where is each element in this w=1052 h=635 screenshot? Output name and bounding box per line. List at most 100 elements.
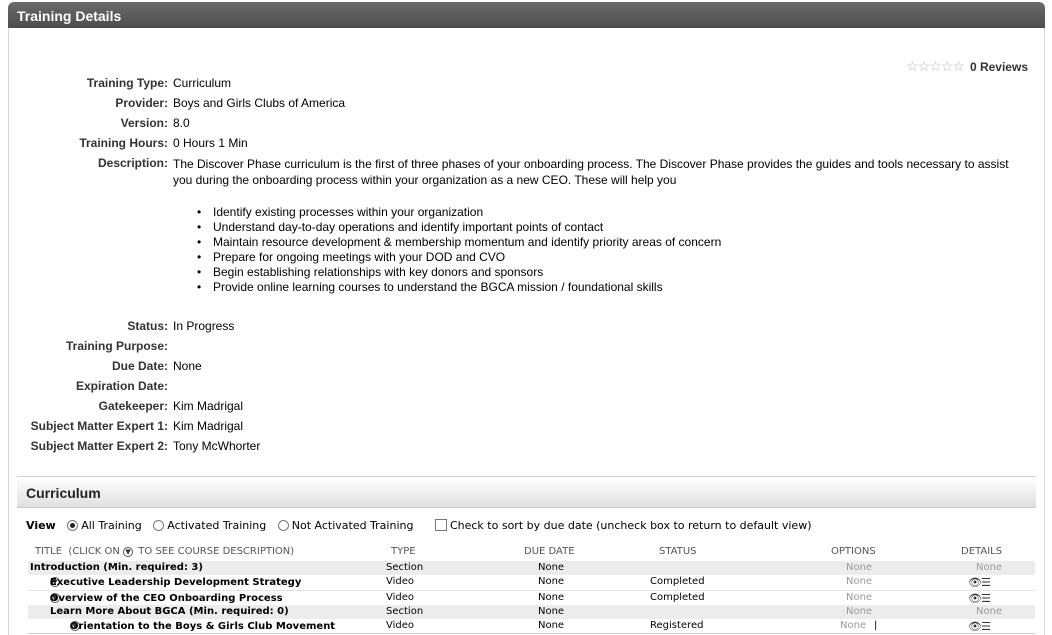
column-header-status[interactable]: STATUS — [659, 546, 697, 557]
field-sme-2: Subject Matter Expert 2: Tony McWhorter — [0, 439, 1052, 457]
field-sme-1: Subject Matter Expert 1: Kim Madrigal — [0, 419, 1052, 437]
sort-by-due-date-checkbox[interactable] — [434, 519, 447, 531]
field-value: 0 Hours 1 Min — [173, 136, 248, 150]
chevron-down-icon: ▼ — [123, 547, 134, 557]
row-due-date: None — [538, 620, 565, 631]
row-due-date: None — [538, 576, 565, 587]
field-label: Training Type: — [86, 76, 168, 90]
field-label: Expiration Date: — [75, 379, 168, 393]
list-item: Understand day-to-day operations and ide… — [196, 220, 721, 235]
field-value: Tony McWhorter — [173, 439, 261, 453]
list-item: Begin establishing relationships with ke… — [196, 265, 721, 280]
curriculum-title: Curriculum — [26, 485, 101, 501]
radio-activated-training[interactable] — [153, 520, 165, 531]
curriculum-header: Curriculum — [17, 476, 1036, 508]
row-options: None — [846, 606, 873, 617]
field-training-type: Training Type: Curriculum — [0, 76, 1052, 94]
row-options: None — [846, 592, 873, 603]
field-label: Status: — [127, 319, 168, 333]
column-header-title: TITLE (CLICK ON ▼ TO SEE COURSE DESCRIPT… — [35, 546, 294, 557]
row-title: Introduction (Min. required: 3) — [30, 562, 203, 573]
row-type: Video — [386, 620, 415, 631]
row-type: Section — [386, 606, 424, 617]
field-gatekeeper: Gatekeeper: Kim Madrigal — [0, 399, 1052, 417]
field-label: Provider: — [115, 96, 168, 110]
field-value: Kim Madrigal — [173, 399, 244, 413]
reviews-count[interactable]: 0 Reviews — [970, 60, 1028, 74]
radio-label[interactable]: Activated Training — [167, 519, 266, 532]
column-hint-text: TO SEE COURSE DESCRIPTION) — [138, 546, 295, 557]
description-bullets: Identify existing processes within your … — [196, 205, 721, 295]
view-filter-bar: View All Training Activated Training Not… — [26, 519, 812, 532]
field-label: Version: — [120, 116, 168, 130]
row-title[interactable]: Executive Leadership Development Strateg… — [50, 577, 301, 588]
row-title: Learn More About BGCA (Min. required: 0) — [50, 606, 289, 617]
field-value: Curriculum — [173, 76, 232, 90]
field-training-purpose: Training Purpose: — [0, 339, 1052, 357]
radio-not-activated-training[interactable] — [277, 520, 289, 531]
table-row: ▼ Overview of the CEO Onboarding Process … — [28, 590, 1035, 605]
field-value: In Progress — [173, 319, 235, 333]
row-title[interactable]: Orientation to the Boys & Girls Club Mov… — [70, 621, 335, 632]
column-header-due-date[interactable]: DUE DATE — [524, 546, 575, 557]
rating-stars-icon[interactable]: ☆☆☆☆☆ — [906, 58, 965, 74]
row-due-date: None — [538, 592, 565, 603]
field-label: Due Date: — [111, 359, 168, 373]
field-label: Subject Matter Expert 1: — [30, 419, 168, 433]
description-text: The Discover Phase curriculum is the fir… — [173, 157, 1009, 187]
field-value: Kim Madrigal — [173, 419, 244, 433]
row-type: Section — [386, 562, 424, 573]
checkbox-label[interactable]: Check to sort by due date (uncheck box t… — [450, 519, 812, 532]
row-options: None — [840, 620, 867, 631]
page-title: Training Details — [17, 8, 122, 24]
field-label: Training Purpose: — [65, 339, 168, 353]
description-label: Description: — [97, 156, 168, 170]
field-training-hours: Training Hours: 0 Hours 1 Min — [0, 136, 1052, 154]
row-options: None — [846, 562, 873, 573]
row-status: Completed — [650, 592, 705, 603]
field-expiration-date: Expiration Date: — [0, 379, 1052, 397]
row-status: Registered — [650, 620, 704, 631]
view-details-icon[interactable]: 👁☰ — [968, 592, 991, 605]
table-row: ▼ Executive Leadership Development Strate… — [28, 575, 1035, 589]
row-status: Completed — [650, 576, 705, 587]
field-label: Gatekeeper: — [98, 399, 168, 413]
radio-all-training[interactable] — [67, 520, 79, 531]
row-title[interactable]: Overview of the CEO Onboarding Process — [50, 593, 283, 604]
list-item: Identify existing processes within your … — [196, 205, 721, 220]
row-type: Video — [386, 592, 415, 603]
field-value: None — [173, 359, 202, 373]
table-row: Learn More About BGCA (Min. required: 0)… — [28, 605, 1035, 619]
field-label: Training Hours: — [79, 136, 168, 150]
field-status: Status: In Progress — [0, 319, 1052, 337]
field-value: 8.0 — [173, 116, 190, 130]
field-version: Version: 8.0 — [0, 116, 1052, 134]
table-row: ▼ Orientation to the Boys & Girls Club Mo… — [28, 619, 1035, 634]
radio-label[interactable]: Not Activated Training — [292, 519, 414, 532]
view-details-icon[interactable]: 👁☰ — [968, 576, 991, 589]
row-type: Video — [386, 576, 415, 587]
table-row: Introduction (Min. required: 3) Section … — [28, 561, 1035, 575]
row-details: None — [976, 562, 1003, 573]
column-header-type[interactable]: TYPE — [391, 546, 416, 557]
list-item: Maintain resource development & membersh… — [196, 235, 721, 250]
view-details-icon[interactable]: 👁☰ — [968, 620, 991, 633]
column-header-details: DETAILS — [961, 546, 1003, 557]
list-item: Provide online learning courses to under… — [196, 280, 721, 295]
training-details-header: Training Details — [8, 2, 1045, 28]
list-item: Prepare for ongoing meetings with your D… — [196, 250, 721, 265]
row-options: None — [846, 576, 873, 587]
options-divider: | — [874, 620, 878, 631]
row-due-date: None — [538, 606, 565, 617]
field-value: Boys and Girls Clubs of America — [173, 96, 346, 110]
view-label: View — [26, 519, 56, 532]
field-label: Subject Matter Expert 2: — [30, 439, 168, 453]
field-due-date: Due Date: None — [0, 359, 1052, 377]
column-header-options: OPTIONS — [831, 546, 876, 557]
radio-label[interactable]: All Training — [81, 519, 142, 532]
row-details: None — [976, 606, 1003, 617]
field-provider: Provider: Boys and Girls Clubs of Americ… — [0, 96, 1052, 114]
reviews-summary[interactable]: ☆☆☆☆☆ 0 Reviews — [906, 58, 1028, 75]
column-hint-text: (CLICK ON — [68, 546, 120, 557]
column-title-label: TITLE — [35, 546, 63, 557]
